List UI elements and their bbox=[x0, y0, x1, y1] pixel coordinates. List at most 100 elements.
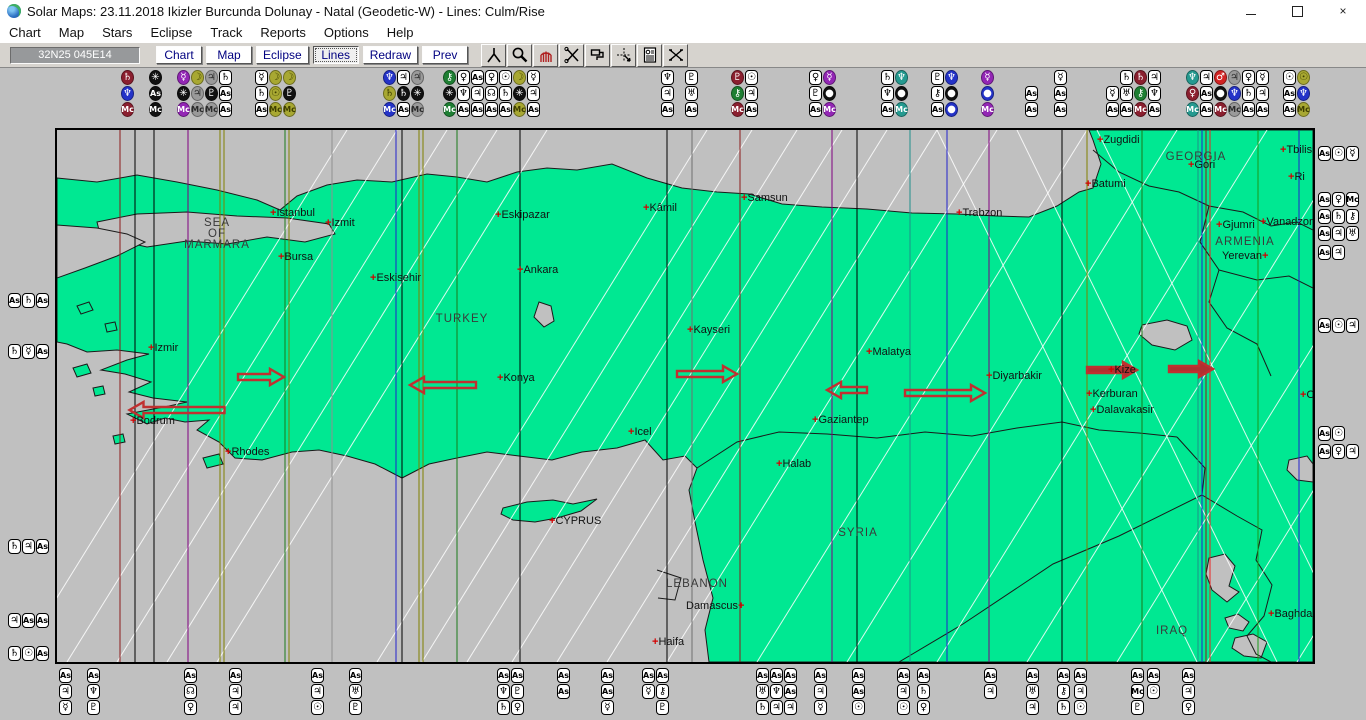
glyph-badge: ☉ bbox=[1147, 684, 1160, 699]
glyph-badge: As bbox=[1318, 426, 1331, 441]
menu-item-options[interactable]: Options bbox=[315, 23, 378, 42]
glyph-badge: Mc bbox=[191, 102, 204, 117]
glyph-badge: As bbox=[685, 102, 698, 117]
glyph-badge: ♄ bbox=[121, 70, 134, 85]
glyph-badge: ⚷ bbox=[443, 70, 456, 85]
svg-text:+Izmit: +Izmit bbox=[325, 217, 355, 229]
glyph-badge: ♃ bbox=[22, 539, 35, 554]
glyph-badge: ♃ bbox=[1182, 684, 1195, 699]
glyph-badge: As bbox=[1106, 102, 1119, 117]
glyph-badge: ♃ bbox=[1346, 444, 1359, 459]
glyph-badge: ♃ bbox=[397, 70, 410, 85]
eclipse-button[interactable]: Eclipse bbox=[256, 46, 309, 64]
glyph-badge: ♀ bbox=[184, 700, 197, 715]
glyph-badge: ☽ bbox=[513, 70, 526, 85]
glyph-badge: ☉ bbox=[745, 70, 758, 85]
glyph-badge: As bbox=[511, 668, 524, 683]
glyph-badge: ♃ bbox=[1026, 700, 1039, 715]
svg-text:+Istanbul: +Istanbul bbox=[270, 207, 315, 219]
glyph-badge: As bbox=[1025, 86, 1038, 101]
close-button[interactable]: × bbox=[1320, 0, 1366, 22]
menu-item-track[interactable]: Track bbox=[201, 23, 251, 42]
glyph-badge: As bbox=[149, 86, 162, 101]
glyph-badge: ♀ bbox=[1242, 70, 1255, 85]
glyph-badge: ☽ bbox=[269, 70, 282, 85]
prev-button[interactable]: Prev bbox=[422, 46, 469, 64]
glyph-badge: As bbox=[471, 102, 484, 117]
menu-item-map[interactable]: Map bbox=[50, 23, 93, 42]
glyph-badge: ☿ bbox=[1054, 70, 1067, 85]
move-point-tool-icon[interactable] bbox=[611, 43, 637, 67]
menu-item-eclipse[interactable]: Eclipse bbox=[141, 23, 201, 42]
chart-button[interactable]: Chart bbox=[156, 46, 202, 64]
glyph-badge: ♄ bbox=[397, 86, 410, 101]
pan-hand-tool-icon[interactable] bbox=[533, 43, 559, 67]
glyph-badge: ♄ bbox=[756, 700, 769, 715]
coords-display: 32N25 045E14 bbox=[10, 46, 140, 64]
glyph-badge: As bbox=[1318, 146, 1331, 161]
glyph-badge: ✳ bbox=[177, 86, 190, 101]
glyph-badge: ♀ bbox=[511, 700, 524, 715]
svg-text:IRAQ: IRAQ bbox=[1156, 625, 1188, 637]
glyph-badge: As bbox=[601, 668, 614, 683]
glyph-badge: ♄ bbox=[22, 293, 35, 308]
glyph-badge: As bbox=[784, 684, 797, 699]
menu-item-reports[interactable]: Reports bbox=[251, 23, 315, 42]
glyph-badge: As bbox=[229, 668, 242, 683]
svg-text:+Diyarbakir: +Diyarbakir bbox=[986, 370, 1042, 382]
glyph-badge: As bbox=[809, 102, 822, 117]
lines-button[interactable]: Lines bbox=[312, 46, 359, 64]
glyph-badge: As bbox=[1318, 444, 1331, 459]
glyph-badge: ♃ bbox=[191, 86, 204, 101]
glyph-badge: ♄ bbox=[8, 646, 21, 661]
glyph-badge: As bbox=[557, 684, 570, 699]
astro-lines-tool-icon[interactable] bbox=[663, 43, 689, 67]
glyph-badge: ♀ bbox=[1182, 700, 1195, 715]
glyph-badge: ♇ bbox=[809, 86, 822, 101]
maximize-button[interactable] bbox=[1274, 0, 1320, 22]
glyph-badge: ♀ bbox=[485, 70, 498, 85]
glyph-badge: As bbox=[1283, 86, 1296, 101]
svg-text:+Rhodes: +Rhodes bbox=[225, 446, 270, 458]
glyph-badge: ♆ bbox=[1228, 86, 1241, 101]
glyph-badge: As bbox=[852, 668, 865, 683]
glyph-badge: ♄ bbox=[255, 86, 268, 101]
divider-tool-icon[interactable] bbox=[481, 43, 507, 67]
glyph-badge: ♃ bbox=[59, 684, 72, 699]
svg-text:+Eskisehir: +Eskisehir bbox=[370, 272, 421, 284]
scissors-tool-icon[interactable] bbox=[559, 43, 585, 67]
glyph-badge: ⚷ bbox=[1057, 684, 1070, 699]
glyph-badge: As bbox=[1200, 86, 1213, 101]
glyph-badge: ☉ bbox=[1332, 426, 1345, 441]
glyph-badge: ♀ bbox=[1332, 444, 1345, 459]
map-button[interactable]: Map bbox=[206, 46, 252, 64]
roller-tool-icon[interactable] bbox=[585, 43, 611, 67]
svg-text:+Ri: +Ri bbox=[1288, 171, 1305, 183]
report-tool-icon[interactable] bbox=[637, 43, 663, 67]
svg-text:+Eskipazar: +Eskipazar bbox=[495, 209, 550, 221]
svg-text:+Bodrum: +Bodrum bbox=[130, 415, 175, 427]
menu-item-stars[interactable]: Stars bbox=[93, 23, 141, 42]
glyph-badge: Mc bbox=[1346, 192, 1359, 207]
glyph-badge: As bbox=[784, 668, 797, 683]
glyph-badge: As bbox=[1182, 668, 1195, 683]
glyph-badge: ● bbox=[981, 86, 994, 101]
menu-item-help[interactable]: Help bbox=[378, 23, 423, 42]
glyph-badge: As bbox=[656, 668, 669, 683]
glyph-badge: ♃ bbox=[311, 684, 324, 699]
glyph-badge: As bbox=[917, 668, 930, 683]
glyph-badge: As bbox=[36, 293, 49, 308]
zoom-tool-icon[interactable] bbox=[507, 43, 533, 67]
redraw-button[interactable]: Redraw bbox=[362, 46, 419, 64]
minimize-button[interactable] bbox=[1228, 0, 1274, 22]
menu-item-chart[interactable]: Chart bbox=[0, 23, 50, 42]
glyph-badge: As bbox=[770, 668, 783, 683]
svg-text:+Izmir: +Izmir bbox=[148, 342, 179, 354]
glyph-badge: ♆ bbox=[1297, 86, 1310, 101]
map-canvas[interactable]: +Istanbul +Izmit +Bursa +Eskisehir +Eskipaza… bbox=[55, 128, 1315, 664]
glyph-badge: ☉ bbox=[22, 646, 35, 661]
glyph-badge: As bbox=[1242, 102, 1255, 117]
glyph-badge: ♅ bbox=[685, 86, 698, 101]
glyph-badge: As bbox=[1318, 245, 1331, 260]
title-bar: Solar Maps: 23.11.2018 Ikizler Burcunda … bbox=[0, 0, 1366, 22]
